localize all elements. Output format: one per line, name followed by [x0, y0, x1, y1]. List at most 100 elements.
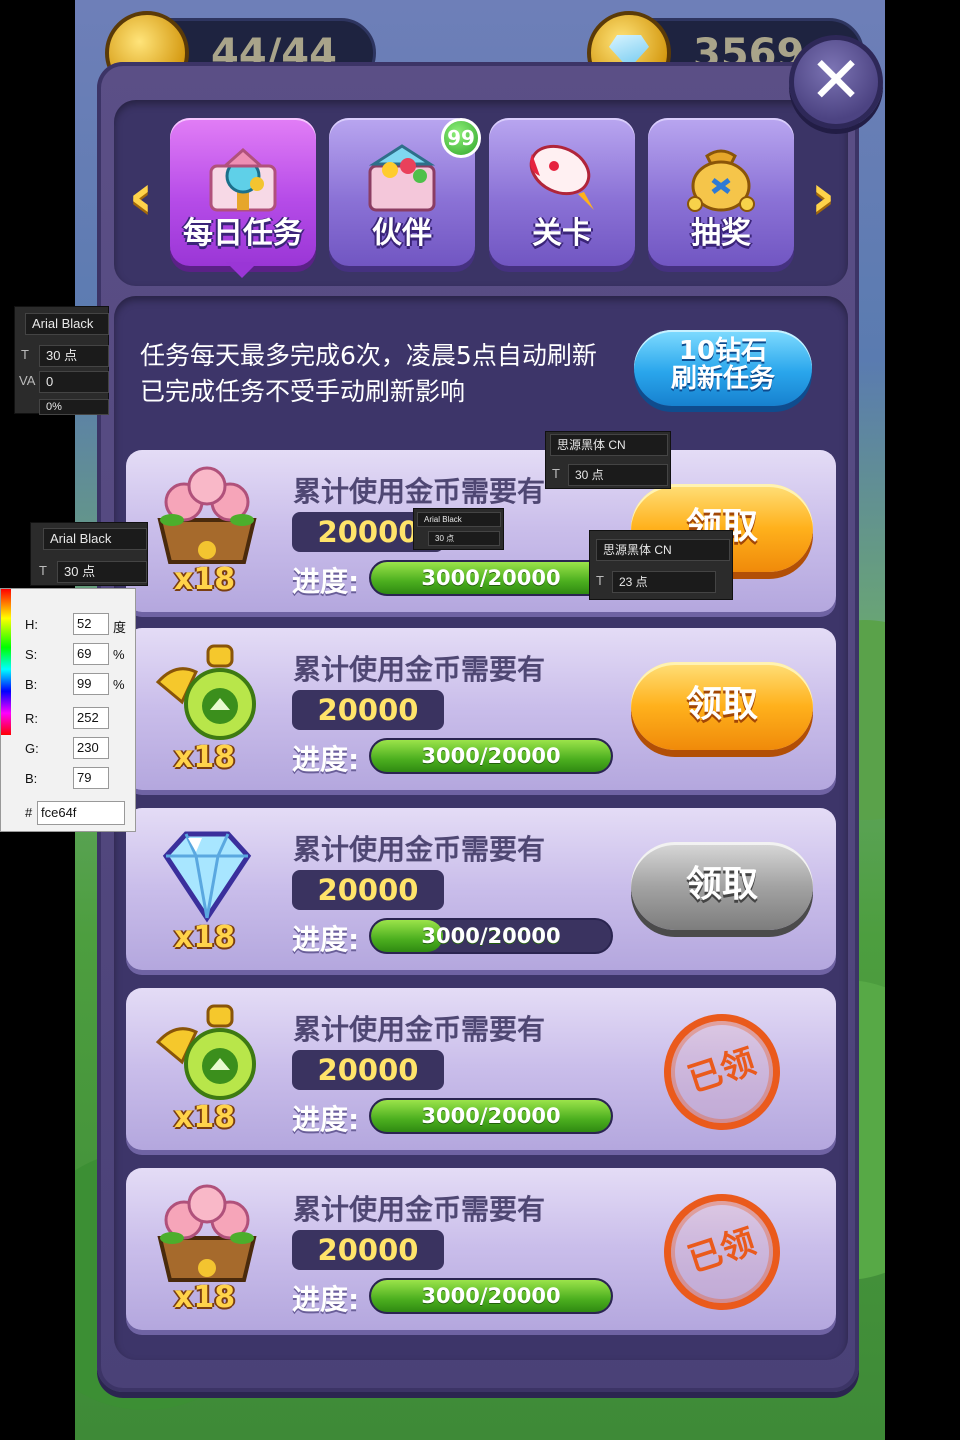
tab-label: 每日任务 [183, 216, 303, 251]
s-input[interactable]: 69 [73, 643, 109, 665]
potion-bottle-icon [155, 1004, 256, 1100]
font-size-icon: T [21, 347, 29, 362]
ps-scale-field[interactable]: 0% [39, 399, 109, 415]
h-input[interactable]: 52 [73, 613, 109, 635]
progress-text: 3000/20000 [421, 924, 561, 948]
ps-font-field[interactable]: Arial Black [43, 528, 147, 550]
claimed-label: 已领 [683, 1041, 761, 1101]
g-label: G: [25, 741, 39, 756]
s-label: S: [25, 647, 38, 662]
reward-quantity: x18 [174, 562, 236, 597]
blue-label: B: [25, 771, 38, 786]
ps-character-panel: 思源黑体 CN T 30 点 [545, 431, 671, 489]
task-row: x18 累计使用金币需要有 20000 进度: 3000/20000 已领 [126, 988, 836, 1150]
reward-quantity: x18 [174, 740, 236, 775]
close-icon: ✕ [809, 44, 863, 118]
refresh-tasks-button[interactable]: 10钻石 刷新任务 [634, 330, 812, 406]
prev-tab-arrow[interactable]: ‹ [122, 161, 160, 231]
task-title: 累计使用金币需要有 [293, 833, 546, 866]
progress-label: 进度: [292, 743, 360, 776]
progress-label: 进度: [292, 565, 360, 598]
task-row: x18 累计使用金币需要有 20000 进度: 3000/20000 领取 [126, 628, 836, 790]
task-amount: 20000 [292, 1230, 444, 1270]
claim-label: 领取 [685, 864, 758, 905]
peach-basket-icon [157, 466, 257, 564]
progress-bar: 3000/20000 [369, 918, 613, 954]
progress-label: 进度: [292, 1103, 360, 1136]
task-amount: 20000 [292, 870, 444, 910]
next-tab-arrow[interactable]: › [804, 161, 842, 231]
active-tab-pointer [226, 262, 258, 278]
tracking-icon: VA [19, 373, 36, 388]
progress-bar: 3000/20000 [369, 1098, 613, 1134]
ps-character-panel: 思源黑体 CN T 23 点 [589, 530, 733, 600]
tab-lottery[interactable]: 抽奖 [648, 118, 794, 266]
progress-bar: 3000/20000 [369, 738, 613, 774]
close-button[interactable]: ✕ [789, 35, 883, 129]
chevron-left-icon: ‹ [128, 161, 154, 231]
r-input[interactable]: 252 [73, 707, 109, 729]
amount-value: 20000 [317, 1233, 419, 1267]
ps-size-field[interactable]: 30 点 [568, 464, 668, 486]
claim-button[interactable]: 领取 [631, 662, 813, 750]
ps-font-field[interactable]: Arial Black [417, 512, 501, 527]
ps-size-field[interactable]: 30 点 [428, 531, 500, 546]
progress-text: 3000/20000 [421, 566, 561, 590]
font-size-icon: T [552, 466, 560, 481]
b-unit: % [113, 677, 125, 692]
chevron-right-icon: › [810, 161, 836, 231]
claimed-label: 已领 [683, 1221, 761, 1281]
hex-hash: # [25, 805, 33, 820]
refresh-action-label: 刷新任务 [670, 364, 775, 394]
ps-character-panel: Arial Black T 30 点 VA 0 0% [14, 306, 109, 415]
tab-daily-tasks[interactable]: 每日任务 [170, 118, 316, 266]
screen: 44/44 3569 ‹ › 每日任务 伙伴 99 关卡 抽奖 任务每天最多完成… [0, 0, 960, 1440]
h-label: H: [25, 617, 38, 632]
ps-font-field[interactable]: Arial Black [25, 313, 109, 335]
ps-tracking-field[interactable]: 0 [39, 371, 109, 393]
task-amount: 20000 [292, 1050, 444, 1090]
progress-text: 3000/20000 [421, 744, 561, 768]
b-input[interactable]: 99 [73, 673, 109, 695]
ps-font-field[interactable]: 思源黑体 CN [550, 434, 668, 456]
ps-size-field[interactable]: 30 点 [57, 561, 147, 583]
task-row: x18 累计使用金币需要有 20000 进度: 3000/20000 领取 [126, 808, 836, 970]
progress-text: 3000/20000 [421, 1104, 561, 1128]
progress-label: 进度: [292, 1283, 360, 1316]
amount-value: 20000 [317, 1053, 419, 1087]
reward-quantity: x18 [174, 1280, 236, 1315]
ps-character-panel: Arial Black T 30 点 [30, 522, 148, 586]
description-line-1: 任务每天最多完成6次，凌晨5点自动刷新 [140, 341, 597, 370]
progress-text: 3000/20000 [421, 1284, 561, 1308]
claimed-stamp: 已领 [648, 998, 796, 1146]
color-picker-panel: H: 52 度 S: 69 % B: 99 % R: 252 G: 230 B:… [0, 588, 136, 832]
ps-font-field[interactable]: 思源黑体 CN [596, 539, 730, 561]
h-unit: 度 [113, 620, 127, 635]
progress-bar: 3000/20000 [369, 1278, 613, 1314]
claim-label: 领取 [685, 684, 758, 725]
description-line-2: 已完成任务不受手动刷新影响 [140, 377, 466, 406]
tab-label: 伙伴 [372, 216, 432, 251]
notification-badge: 99 [441, 118, 481, 158]
ps-character-panel: Arial Black 30 点 [413, 508, 504, 550]
task-title: 累计使用金币需要有 [293, 1193, 546, 1226]
font-size-icon: T [39, 563, 47, 578]
b-label: B: [25, 677, 38, 692]
candy-gift-icon [368, 144, 436, 212]
progress-label: 进度: [292, 923, 360, 956]
hue-spectrum[interactable] [1, 589, 11, 735]
potion-bottle-icon [155, 644, 256, 740]
g-input[interactable]: 230 [73, 737, 109, 759]
ps-size-field[interactable]: 23 点 [612, 571, 716, 593]
blue-input[interactable]: 79 [73, 767, 109, 789]
ps-size-field[interactable]: 30 点 [39, 345, 109, 367]
money-bag-icon [687, 149, 755, 212]
reward-quantity: x18 [174, 1100, 236, 1135]
claim-button-disabled[interactable]: 领取 [631, 842, 813, 930]
tab-levels[interactable]: 关卡 [489, 118, 635, 266]
task-row: x18 累计使用金币需要有 20000 进度: 3000/20000 已领 [126, 1168, 836, 1330]
s-unit: % [113, 647, 125, 662]
refresh-cost-label: 10钻石 [678, 336, 768, 366]
tab-label: 抽奖 [691, 216, 751, 251]
hex-input[interactable]: fce64f [37, 801, 125, 825]
